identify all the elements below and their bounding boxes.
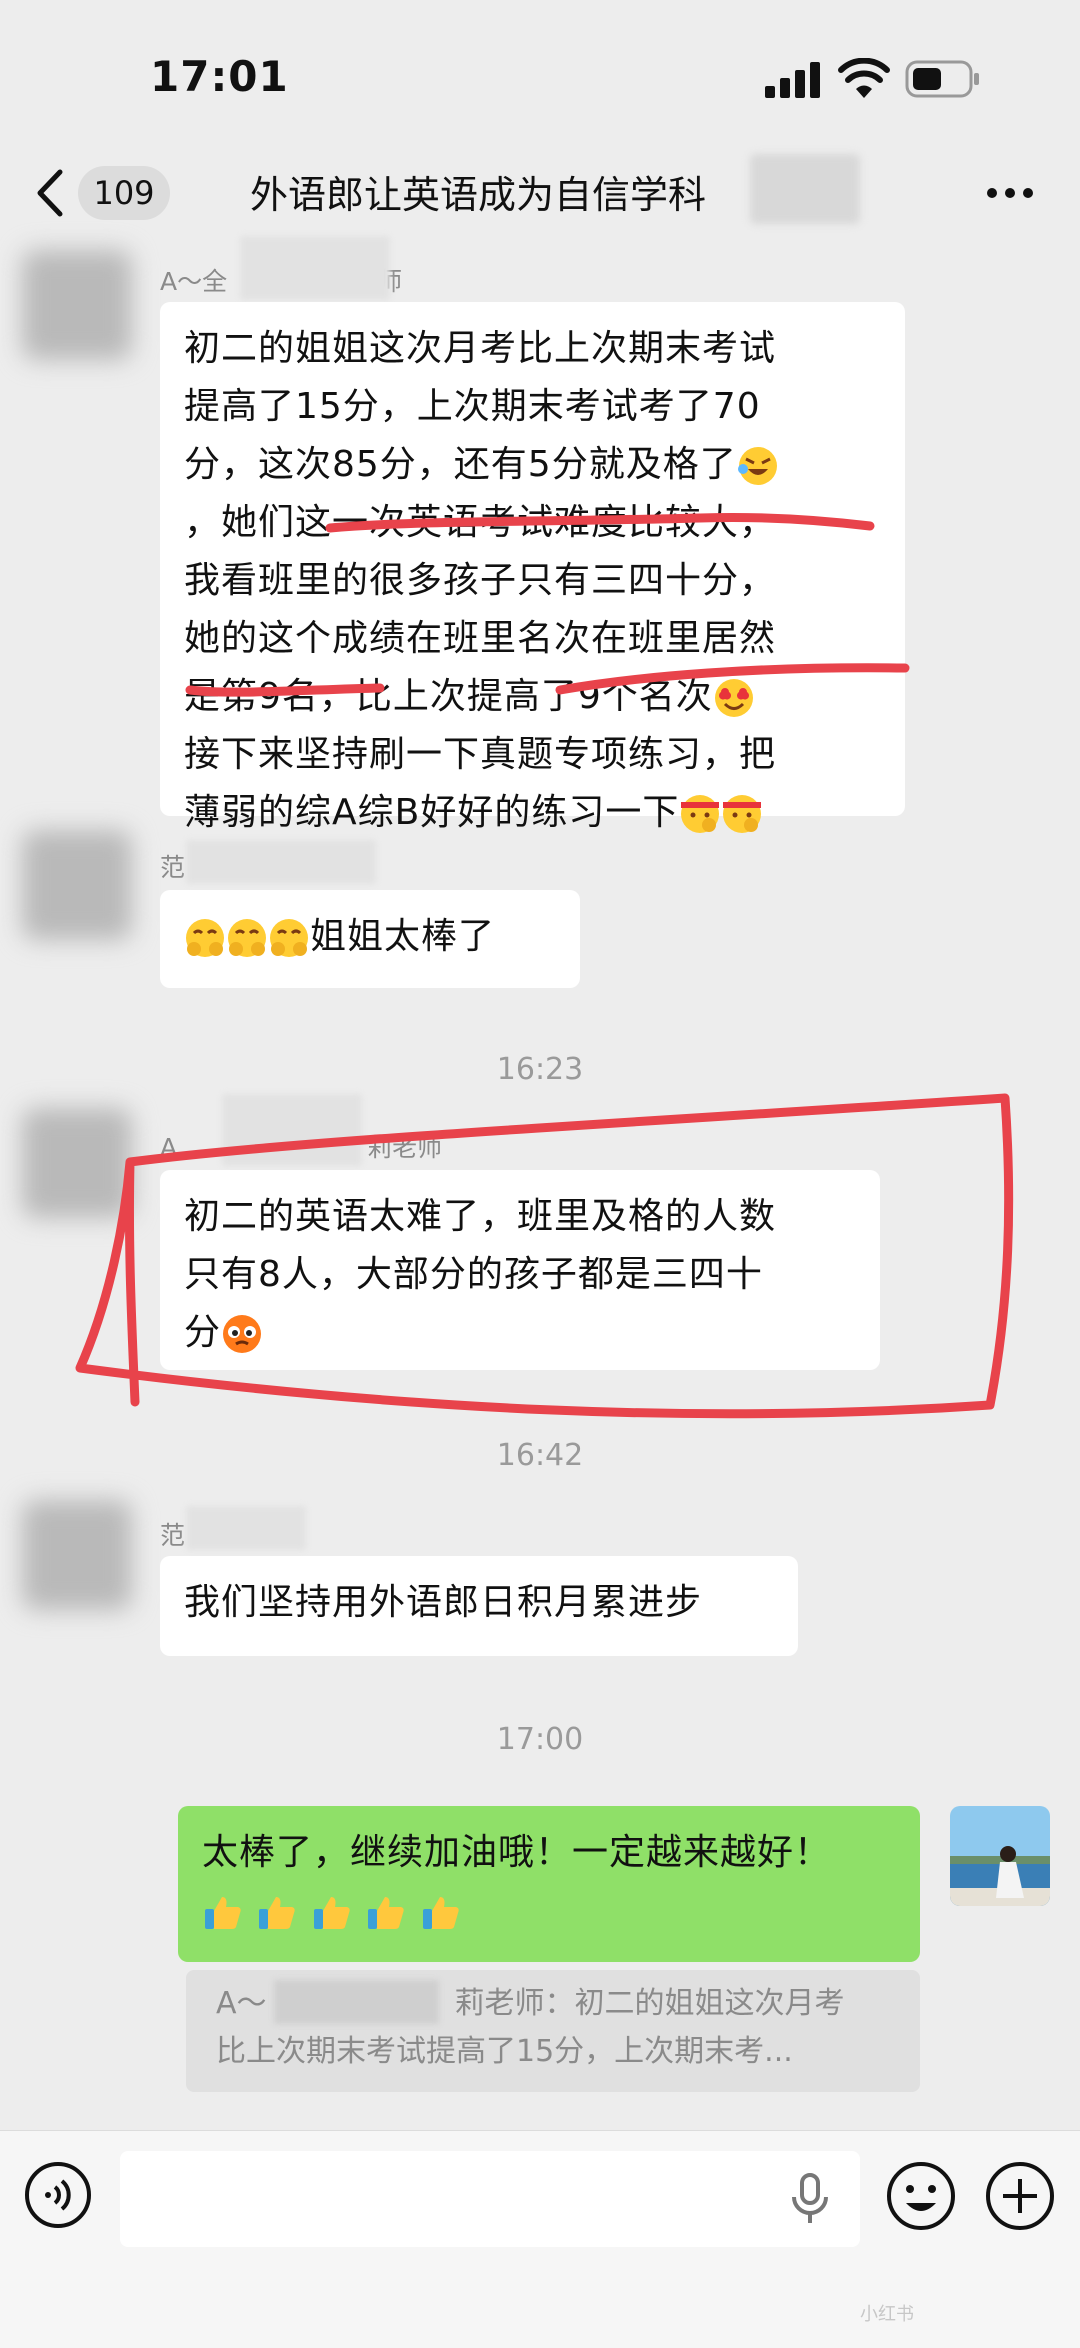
message-bubble[interactable]: 我们坚持用外语郎日积月累进步 [160, 1556, 798, 1656]
message-line: 太棒了，继续加油哦！一定越来越好！ [202, 1832, 832, 1873]
message-line: 提高了15分，上次期末考试考了70 [184, 386, 761, 427]
avatar[interactable] [22, 830, 132, 940]
message-bubble-self[interactable]: 太棒了，继续加油哦！一定越来越好！ [178, 1806, 920, 1962]
message-bubble[interactable]: 初二的英语太难了，班里及格的人数 只有8人，大部分的孩子都是三四十 分 [160, 1170, 880, 1370]
message-bubble[interactable]: 初二的姐姐这次月考比上次期末考试 提高了15分，上次期末考试考了70 分，这次8… [160, 302, 905, 833]
message-line: 我看班里的很多孩子只有三四十分， [184, 560, 777, 601]
message-bubble[interactable]: 姐姐太棒了 [160, 890, 580, 988]
input-bar [0, 2130, 1080, 2348]
thumbs-up-row [202, 1882, 896, 1940]
timestamp: 17:00 [496, 1722, 584, 1757]
redacted-title-part [750, 154, 860, 224]
message-text: 姐姐太棒了 [310, 916, 496, 957]
unread-count-badge[interactable]: 109 [78, 166, 170, 220]
thumbs-up-icon [368, 1897, 405, 1929]
cellular-signal-icon [765, 62, 820, 98]
message-line: 她的这个成绩在班里名次在班里居然 [184, 618, 777, 659]
hug-emoji-icon [228, 919, 266, 957]
avatar[interactable] [22, 1500, 132, 1610]
redacted-sender [240, 236, 390, 300]
sender-name: 范 [160, 1521, 186, 1550]
message-line: 薄弱的综A综B好好的练习一下 [184, 784, 881, 842]
voice-icon[interactable] [24, 2161, 92, 2229]
message-line: 初二的英语太难了，班里及格的人数 [184, 1196, 777, 1237]
timestamp: 16:42 [496, 1438, 584, 1473]
smile-icon[interactable] [886, 2161, 956, 2231]
status-time: 17:01 [150, 52, 289, 101]
message-line: 分 [184, 1304, 856, 1362]
determined-emoji-icon [723, 795, 762, 833]
avatar[interactable] [22, 1108, 132, 1218]
determined-emoji-icon [681, 795, 720, 833]
sad-face-emoji-icon [223, 1315, 262, 1353]
redacted-sender [186, 1506, 306, 1550]
timestamp: 16:23 [496, 1052, 584, 1087]
chevron-left-icon[interactable] [30, 168, 70, 218]
thumbs-up-icon [313, 1897, 350, 1929]
thumbs-up-icon [205, 1897, 241, 1929]
redacted-sender [222, 1094, 362, 1166]
avatar[interactable] [950, 1806, 1050, 1906]
hug-emoji-icon [186, 919, 224, 957]
message-line: 是第9名，比上次提高了9个名次 [184, 668, 881, 726]
message-line: 初二的姐姐这次月考比上次期末考试 [184, 328, 777, 369]
redacted-quote-name [274, 1980, 439, 2024]
plus-icon[interactable] [985, 2161, 1055, 2231]
hug-emoji-icon [270, 919, 308, 957]
chat-title: 外语郎让英语成为自信学科 [250, 173, 707, 217]
battery-icon [905, 60, 979, 98]
sender-name: 范 [160, 853, 186, 882]
quote-line: 比上次期末考试提高了15分，上次期末考... [216, 2034, 793, 2069]
laugh-cry-emoji-icon [737, 447, 777, 485]
watermark: 小红书 [860, 2304, 914, 2325]
message-text: 我们坚持用外语郎日积月累进步 [184, 1582, 703, 1623]
mic-icon[interactable] [790, 2173, 830, 2225]
message-line: ，她们这一次英语考试难度比较大， [184, 502, 777, 543]
wifi-icon [838, 58, 890, 98]
message-line: 只有8人，大部分的孩子都是三四十 [184, 1254, 763, 1295]
message-line: 分，这次85分，还有5分就及格了 [184, 436, 881, 494]
message-line: 接下来坚持刷一下真题专项练习，把 [184, 734, 777, 775]
heart-eyes-emoji-icon [714, 679, 753, 717]
status-bar: 17:01 [0, 0, 1080, 150]
chat-header: 109 外语郎让英语成为自信学科 [0, 150, 1080, 236]
message-input[interactable] [120, 2151, 860, 2247]
thumbs-up-icon [259, 1897, 296, 1929]
redacted-sender [186, 840, 376, 884]
avatar[interactable] [22, 250, 132, 360]
more-dots-icon[interactable] [985, 186, 1035, 200]
thumbs-up-icon [422, 1897, 459, 1929]
